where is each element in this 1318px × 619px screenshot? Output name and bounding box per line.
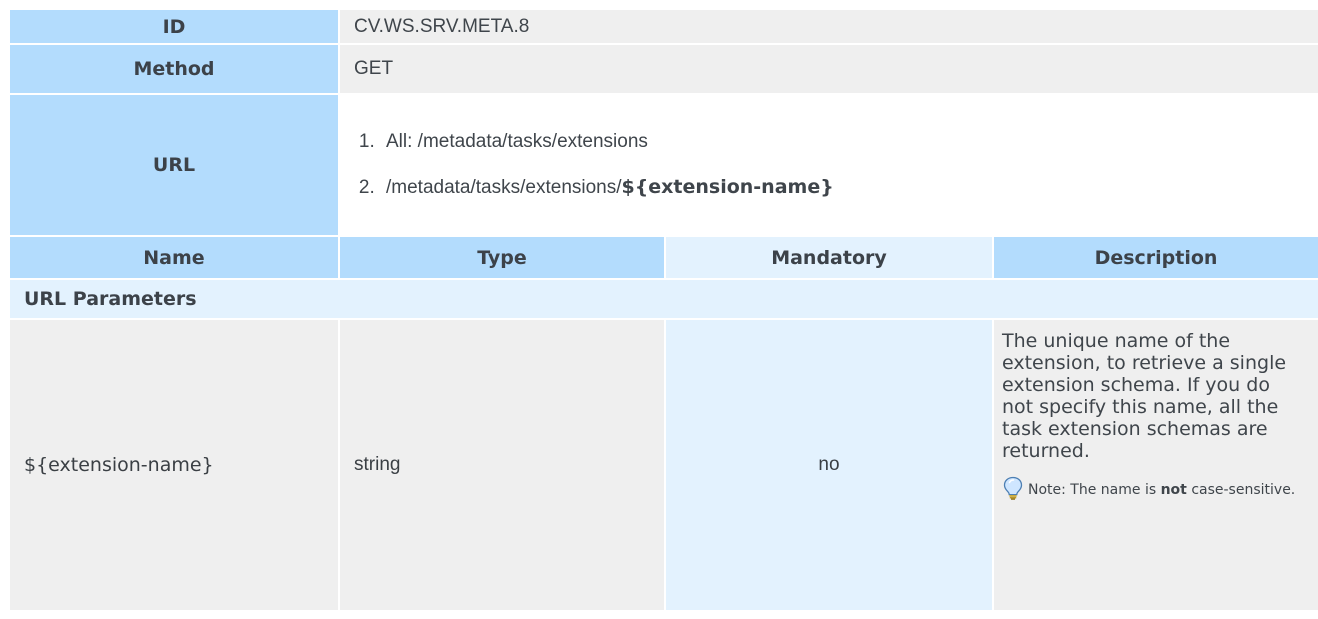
column-header-type: Type <box>338 235 666 280</box>
id-row: ID CV.WS.SRV.META.8 <box>8 8 1318 45</box>
note-suffix: case-sensitive. <box>1186 482 1296 498</box>
id-label: ID <box>8 8 340 45</box>
param-mandatory: no <box>664 318 994 612</box>
method-label: Method <box>8 43 340 95</box>
param-description: The unique name of the extension, to ret… <box>1002 330 1287 462</box>
api-spec-table-container: ID CV.WS.SRV.META.8 Method GET URL All: … <box>7 8 1318 612</box>
method-value: GET <box>337 43 1318 95</box>
note-bold: not <box>1160 482 1187 498</box>
lightbulb-icon <box>1002 476 1024 500</box>
column-header-mandatory: Mandatory <box>664 235 994 280</box>
url-single-prefix: /metadata/tasks/extensions/ <box>386 177 622 198</box>
api-spec-table: ID CV.WS.SRV.META.8 Method GET URL All: … <box>7 8 1318 612</box>
column-header-row: Name Type Mandatory Description <box>8 235 1318 280</box>
param-description-cell: The unique name of the extension, to ret… <box>991 318 1318 612</box>
url-single-param: ${extension-name} <box>621 176 834 198</box>
url-label: URL <box>8 93 340 237</box>
param-row: ${extension-name} string no The unique n… <box>8 318 1318 612</box>
url-value: All: /metadata/tasks/extensions /metadat… <box>337 93 1318 237</box>
section-row: URL Parameters <box>7 278 1318 320</box>
url-list-item: All: /metadata/tasks/extensions <box>380 131 1304 153</box>
param-note: Note: The name is not case-sensitive. <box>1002 476 1306 500</box>
id-value: CV.WS.SRV.META.8 <box>337 8 1318 45</box>
method-row: Method GET <box>8 43 1318 95</box>
url-all-text: All: /metadata/tasks/extensions <box>386 131 648 152</box>
param-type: string <box>338 318 666 612</box>
param-name: ${extension-name} <box>8 318 340 612</box>
section-title: URL Parameters <box>7 278 1318 320</box>
note-prefix: Note: The name is <box>1028 482 1161 498</box>
column-header-description: Description <box>991 235 1318 280</box>
url-row: URL All: /metadata/tasks/extensions /met… <box>8 93 1318 237</box>
url-list: All: /metadata/tasks/extensions /metadat… <box>354 131 1304 199</box>
column-header-name: Name <box>8 235 340 280</box>
url-list-item: /metadata/tasks/extensions/${extension-n… <box>380 176 1304 199</box>
